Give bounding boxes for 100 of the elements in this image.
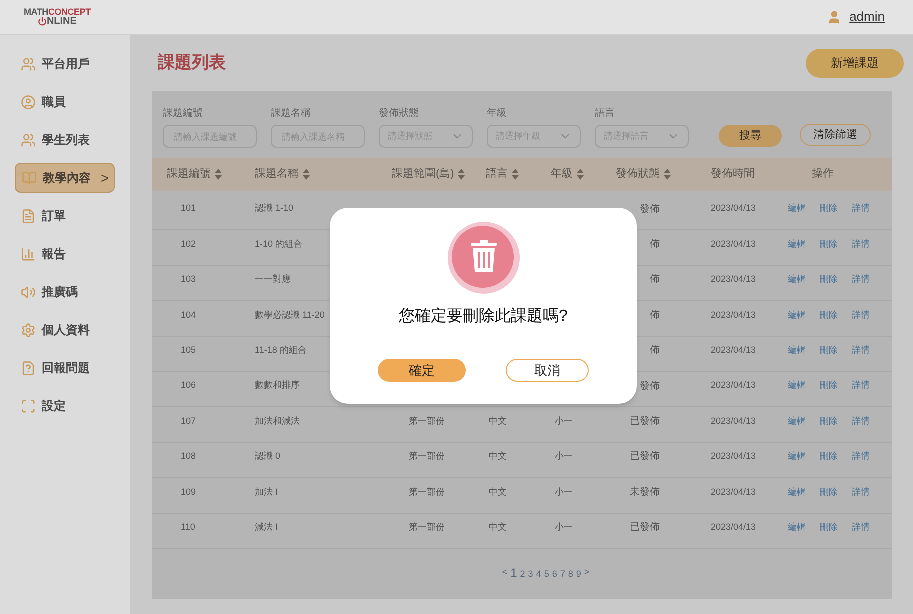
page-link[interactable]: 1	[510, 567, 518, 580]
filter-label: 語言	[595, 106, 616, 121]
action-link[interactable]: 刪除	[820, 308, 838, 322]
sort-icon[interactable]	[577, 169, 584, 180]
next-page[interactable]: >	[584, 566, 590, 580]
action-link[interactable]: 編輯	[788, 344, 806, 358]
filter-label: 年級	[487, 107, 508, 121]
user-icon	[826, 10, 842, 24]
action-link[interactable]: 刪除	[820, 344, 838, 358]
table-cell-text: 發佈	[639, 380, 660, 394]
action-link[interactable]: 詳情	[852, 486, 870, 500]
table-cell: 2023/04/13	[711, 522, 756, 532]
table-cell: 2023/04/13	[711, 416, 756, 426]
power-icon	[38, 17, 47, 26]
sidebar-item[interactable]: 推廣碼	[15, 277, 115, 307]
person-icon	[21, 94, 36, 110]
page-link[interactable]: 4	[536, 570, 542, 580]
action-link[interactable]: 編輯	[788, 486, 806, 500]
action-link[interactable]: 詳情	[852, 450, 870, 464]
sort-icon[interactable]	[664, 169, 671, 180]
page-link[interactable]: 7	[560, 570, 566, 580]
table-cell-text: 佈	[649, 308, 660, 323]
action-link[interactable]: 刪除	[820, 379, 838, 393]
logo-text: NLINE	[46, 16, 77, 26]
action-link[interactable]: 刪除	[820, 520, 838, 534]
clear-filter-button[interactable]: 清除篩選	[800, 124, 871, 146]
table-cell-text: 已發佈	[629, 521, 660, 536]
table-cell: 小一	[555, 486, 573, 497]
table-cell: 109	[181, 486, 196, 497]
add-button[interactable]: 新增課題	[806, 48, 904, 78]
table-cell: 103	[181, 274, 196, 284]
table-cell-text: 佈	[649, 344, 660, 358]
table-cell: 中文	[489, 416, 507, 426]
page-link[interactable]: 9	[576, 570, 582, 580]
table-cell: 第一部份	[409, 522, 445, 532]
action-link[interactable]: 編輯	[788, 379, 806, 393]
sidebar-item[interactable]: 學生列表	[15, 125, 115, 155]
sort-icon[interactable]	[303, 169, 310, 180]
prev-page[interactable]: <	[502, 566, 508, 580]
action-link[interactable]: 刪除	[820, 202, 838, 216]
sort-icon[interactable]	[458, 169, 466, 180]
action-link[interactable]: 詳情	[852, 202, 870, 216]
sidebar-item[interactable]: 訂單	[15, 201, 115, 231]
action-link[interactable]: 刪除	[820, 450, 838, 464]
table-cell: 中文	[489, 486, 507, 497]
action-link[interactable]: 刪除	[820, 273, 838, 287]
page-link[interactable]: 8	[568, 570, 574, 580]
dialog-message: 您確定要刪除此課題嗎?	[399, 306, 568, 327]
page-link[interactable]: 6	[552, 570, 558, 580]
sort-icon[interactable]	[512, 169, 519, 180]
user-link[interactable]: admin	[850, 7, 885, 27]
column-header: 課題範圍(島)	[392, 167, 454, 182]
sort-icon[interactable]	[215, 169, 222, 180]
table-cell: 小一	[555, 451, 573, 462]
table-cell: 認識 0	[255, 451, 281, 462]
sidebar-item[interactable]: 教學內容 >	[15, 163, 115, 193]
action-link[interactable]: 刪除	[820, 238, 838, 252]
sidebar-item[interactable]: 職員	[15, 87, 115, 117]
table-cell-text: 已發佈	[629, 450, 660, 464]
sidebar-item[interactable]: 設定	[15, 391, 115, 421]
table-cell: 第一部份	[409, 451, 445, 462]
page-link[interactable]: 5	[544, 570, 550, 580]
cancel-button[interactable]: 取消	[506, 359, 589, 382]
action-link[interactable]: 編輯	[788, 308, 806, 322]
action-link[interactable]: 編輯	[788, 202, 806, 216]
table-cell: 一一對應	[255, 274, 291, 284]
sidebar-item[interactable]: 平台用戶	[15, 49, 115, 79]
table-cell: 2023/04/13	[711, 380, 756, 390]
action-link[interactable]: 刪除	[820, 486, 838, 500]
search-button[interactable]: 搜尋	[719, 125, 782, 147]
table-cell-text: 已發佈	[629, 415, 660, 430]
table-cell: 1-10 的組合	[255, 238, 303, 249]
column-header: 發佈時間	[711, 167, 755, 182]
action-link[interactable]: 詳情	[852, 520, 870, 534]
table-cell: 107	[181, 416, 196, 426]
action-link[interactable]: 詳情	[852, 238, 870, 252]
sidebar-item[interactable]: 回報問題	[15, 353, 115, 383]
action-link[interactable]: 編輯	[788, 273, 806, 287]
action-link[interactable]: 詳情	[852, 273, 870, 287]
page-link[interactable]: 2	[520, 570, 526, 580]
users-icon	[21, 56, 36, 72]
table-cell: 102	[181, 238, 196, 249]
action-link[interactable]: 刪除	[820, 414, 838, 428]
action-link[interactable]: 詳情	[852, 414, 870, 428]
action-link[interactable]: 編輯	[788, 414, 806, 428]
page-link[interactable]: 3	[528, 570, 534, 580]
sidebar-item[interactable]: 報告	[15, 239, 115, 269]
action-link[interactable]: 詳情	[852, 308, 870, 322]
sidebar-item[interactable]: 個人資料	[15, 315, 115, 345]
confirm-button[interactable]: 確定	[378, 359, 466, 382]
table-cell: 2023/04/13	[711, 451, 756, 462]
action-link[interactable]: 詳情	[852, 379, 870, 393]
table-cell: 加法 I	[255, 486, 278, 497]
action-link[interactable]: 編輯	[788, 520, 806, 534]
action-link[interactable]: 詳情	[852, 344, 870, 358]
action-link[interactable]: 編輯	[788, 450, 806, 464]
action-link[interactable]: 編輯	[788, 238, 806, 252]
column-header: 操作	[812, 167, 834, 182]
table-cell: 11-18 的組合	[255, 345, 307, 355]
filter-label: 發佈狀態	[379, 106, 420, 121]
